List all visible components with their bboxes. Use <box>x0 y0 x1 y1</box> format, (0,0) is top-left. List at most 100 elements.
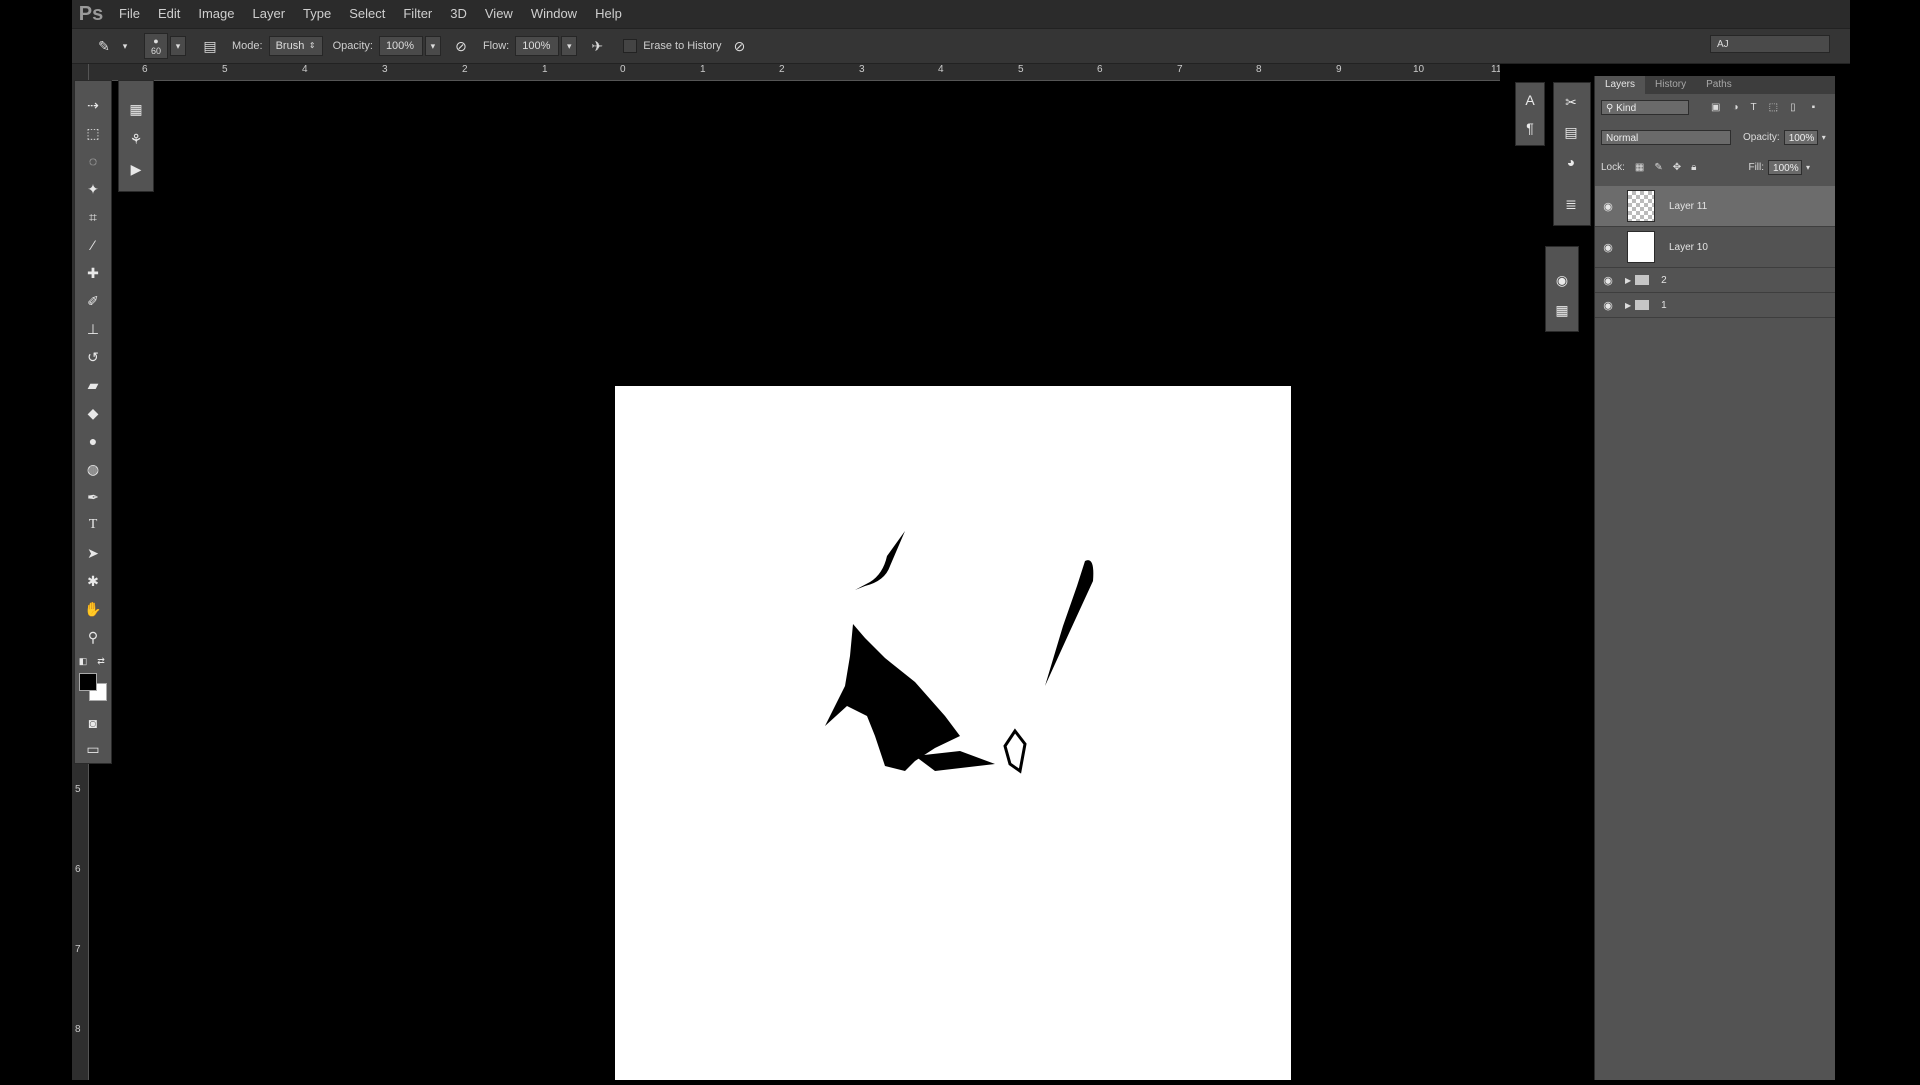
actions-play-icon[interactable]: ▶ <box>126 159 146 179</box>
menu-help[interactable]: Help <box>586 0 631 28</box>
tools-panel-icon[interactable]: ✂ <box>1560 91 1582 113</box>
menu-view[interactable]: View <box>476 0 522 28</box>
foreground-color-swatch[interactable] <box>79 673 97 691</box>
eraser-tool-icon[interactable]: ▰ <box>83 375 103 395</box>
navigator-panel-icon[interactable]: ◉ <box>1551 269 1573 291</box>
mode-select[interactable]: Brush ⇕ <box>268 36 323 56</box>
visibility-eye-icon[interactable]: ◉ <box>1595 241 1621 254</box>
menu-window[interactable]: Window <box>522 0 586 28</box>
path-selection-tool-icon[interactable]: ➤ <box>83 543 103 563</box>
swatches-panel-icon[interactable]: ▦ <box>1551 299 1573 321</box>
visibility-eye-icon[interactable]: ◉ <box>1595 274 1621 287</box>
filter-adjustment-icon[interactable]: ◑ <box>1732 102 1738 113</box>
group-name[interactable]: 2 <box>1661 275 1667 286</box>
brush-size-picker[interactable]: ● 60 <box>144 33 168 59</box>
type-tool-icon[interactable]: T <box>83 515 103 535</box>
magic-wand-tool-icon[interactable]: ✦ <box>83 179 103 199</box>
opacity-field[interactable]: 100% <box>378 36 423 56</box>
filter-shape-icon[interactable]: ⬚ <box>1769 102 1778 113</box>
tab-layers[interactable]: Layers <box>1595 76 1646 94</box>
layer-opacity-field[interactable]: 100% <box>1783 130 1818 145</box>
healing-brush-tool-icon[interactable]: ✚ <box>83 263 103 283</box>
menu-edit[interactable]: Edit <box>149 0 189 28</box>
layer-group-row[interactable]: ◉ ▶ 2 <box>1595 268 1835 293</box>
quick-mask-icon[interactable]: ◙ <box>83 713 103 733</box>
eraser-tool-preset-icon[interactable]: ✎ <box>92 35 116 57</box>
layer-group-row[interactable]: ◉ ▶ 1 <box>1595 293 1835 318</box>
menu-type[interactable]: Type <box>294 0 340 28</box>
crop-tool-icon[interactable]: ⌗ <box>83 207 103 227</box>
ruler-label: 3 <box>859 64 865 75</box>
screen-mode-icon[interactable]: ▭ <box>83 739 103 759</box>
color-panel-icon[interactable]: ◕ <box>1560 151 1582 173</box>
group-name[interactable]: 1 <box>1661 300 1667 311</box>
notes-panel-icon[interactable]: ▤ <box>1560 121 1582 143</box>
paragraph-panel-icon[interactable]: ¶ <box>1519 117 1541 139</box>
layer-name[interactable]: Layer 10 <box>1669 242 1708 253</box>
menu-file[interactable]: File <box>110 0 149 28</box>
layer-row[interactable]: ◉ Layer 10 <box>1595 227 1835 268</box>
hand-tool-icon[interactable]: ✋ <box>83 599 103 619</box>
erase-to-history-checkbox[interactable] <box>623 39 638 53</box>
paint-bucket-tool-icon[interactable]: ◆ <box>83 403 103 423</box>
visibility-eye-icon[interactable]: ◉ <box>1595 200 1621 213</box>
filter-type-icon[interactable]: T <box>1751 102 1757 113</box>
tool-presets-icon[interactable]: ▦ <box>126 99 146 119</box>
character-panel-icon[interactable]: A <box>1519 89 1541 111</box>
tab-history[interactable]: History <box>1645 76 1696 94</box>
layer-fill-field[interactable]: 100% <box>1768 160 1803 175</box>
filter-pixel-icon[interactable]: ▣ <box>1711 102 1720 113</box>
filter-kind-select[interactable]: ⚲ Kind <box>1601 100 1689 115</box>
airbrush-icon[interactable]: ✈ <box>585 35 609 57</box>
lock-position-icon[interactable]: ✥ <box>1673 162 1681 173</box>
brush-picker-dropdown[interactable]: ▾ <box>170 36 186 56</box>
lock-all-icon[interactable]: 🔒︎ <box>1691 162 1696 173</box>
default-colors-icon[interactable]: ◧ <box>77 655 89 667</box>
adjustments-panel-icon[interactable]: ≣ <box>1560 193 1582 215</box>
menu-3d[interactable]: 3D <box>441 0 476 28</box>
ruler-label: 6 <box>1097 64 1103 75</box>
expand-group-icon[interactable]: ▶ <box>1625 276 1631 285</box>
dodge-tool-icon[interactable]: ◍ <box>83 459 103 479</box>
fill-dropdown-icon[interactable]: ▾ <box>1806 163 1810 172</box>
brush-tool-icon[interactable]: ✐ <box>83 291 103 311</box>
flow-dropdown[interactable]: ▾ <box>561 36 578 56</box>
pressure-size-icon[interactable]: ⊘ <box>727 35 751 57</box>
clone-stamp-tool-icon[interactable]: ⊥ <box>83 319 103 339</box>
layer-name[interactable]: Layer 11 <box>1669 201 1707 212</box>
document-canvas[interactable] <box>615 386 1291 1080</box>
expand-group-icon[interactable]: ▶ <box>1625 301 1631 310</box>
opacity-dropdown-icon[interactable]: ▾ <box>1822 133 1826 142</box>
workspace-select[interactable]: AJ <box>1710 35 1830 53</box>
zoom-tool-icon[interactable]: ⚲ <box>83 627 103 647</box>
marquee-tool-icon[interactable]: ⬚ <box>83 123 103 143</box>
tool-preset-dropdown[interactable]: ▾ <box>118 37 132 55</box>
blend-mode-select[interactable]: Normal <box>1601 130 1731 145</box>
move-tool-icon[interactable]: ⇢ <box>83 95 103 115</box>
menu-image[interactable]: Image <box>189 0 243 28</box>
opacity-dropdown[interactable]: ▾ <box>424 36 441 56</box>
tool-options-bar: ✎ ▾ ● 60 ▾ ▤ Mode: Brush ⇕ Opacity: 100% … <box>72 28 1850 64</box>
menu-filter[interactable]: Filter <box>394 0 441 28</box>
lasso-tool-icon[interactable]: ◌ <box>83 151 103 171</box>
flow-field[interactable]: 100% <box>515 36 560 56</box>
lock-pixels-icon[interactable]: ✎ <box>1654 162 1662 173</box>
menu-layer[interactable]: Layer <box>244 0 295 28</box>
pressure-opacity-icon[interactable]: ⊘ <box>449 35 473 57</box>
filter-smart-object-icon[interactable]: ▯ <box>1790 102 1796 113</box>
filter-toggle-icon[interactable]: ▪ <box>1812 102 1816 113</box>
brush-presets-icon[interactable]: ⚘ <box>126 129 146 149</box>
blur-tool-icon[interactable]: ● <box>83 431 103 451</box>
eyedropper-tool-icon[interactable]: ⁄ <box>83 235 103 255</box>
toolbox: ⇢ ⬚ ◌ ✦ ⌗ ⁄ ✚ ✐ ⊥ ↺ ▰ ◆ ● ◍ ✒ T ➤ ✱ ✋ ⚲ … <box>74 80 112 764</box>
brush-panel-toggle-icon[interactable]: ▤ <box>198 35 222 57</box>
lock-transparent-icon[interactable]: ▦ <box>1635 162 1644 173</box>
pen-tool-icon[interactable]: ✒ <box>83 487 103 507</box>
visibility-eye-icon[interactable]: ◉ <box>1595 299 1621 312</box>
swap-colors-icon[interactable]: ⇄ <box>95 655 107 667</box>
menu-select[interactable]: Select <box>340 0 394 28</box>
layer-row[interactable]: ◉ Layer 11 <box>1595 186 1835 227</box>
history-brush-tool-icon[interactable]: ↺ <box>83 347 103 367</box>
tab-paths[interactable]: Paths <box>1696 76 1742 94</box>
custom-shape-tool-icon[interactable]: ✱ <box>83 571 103 591</box>
